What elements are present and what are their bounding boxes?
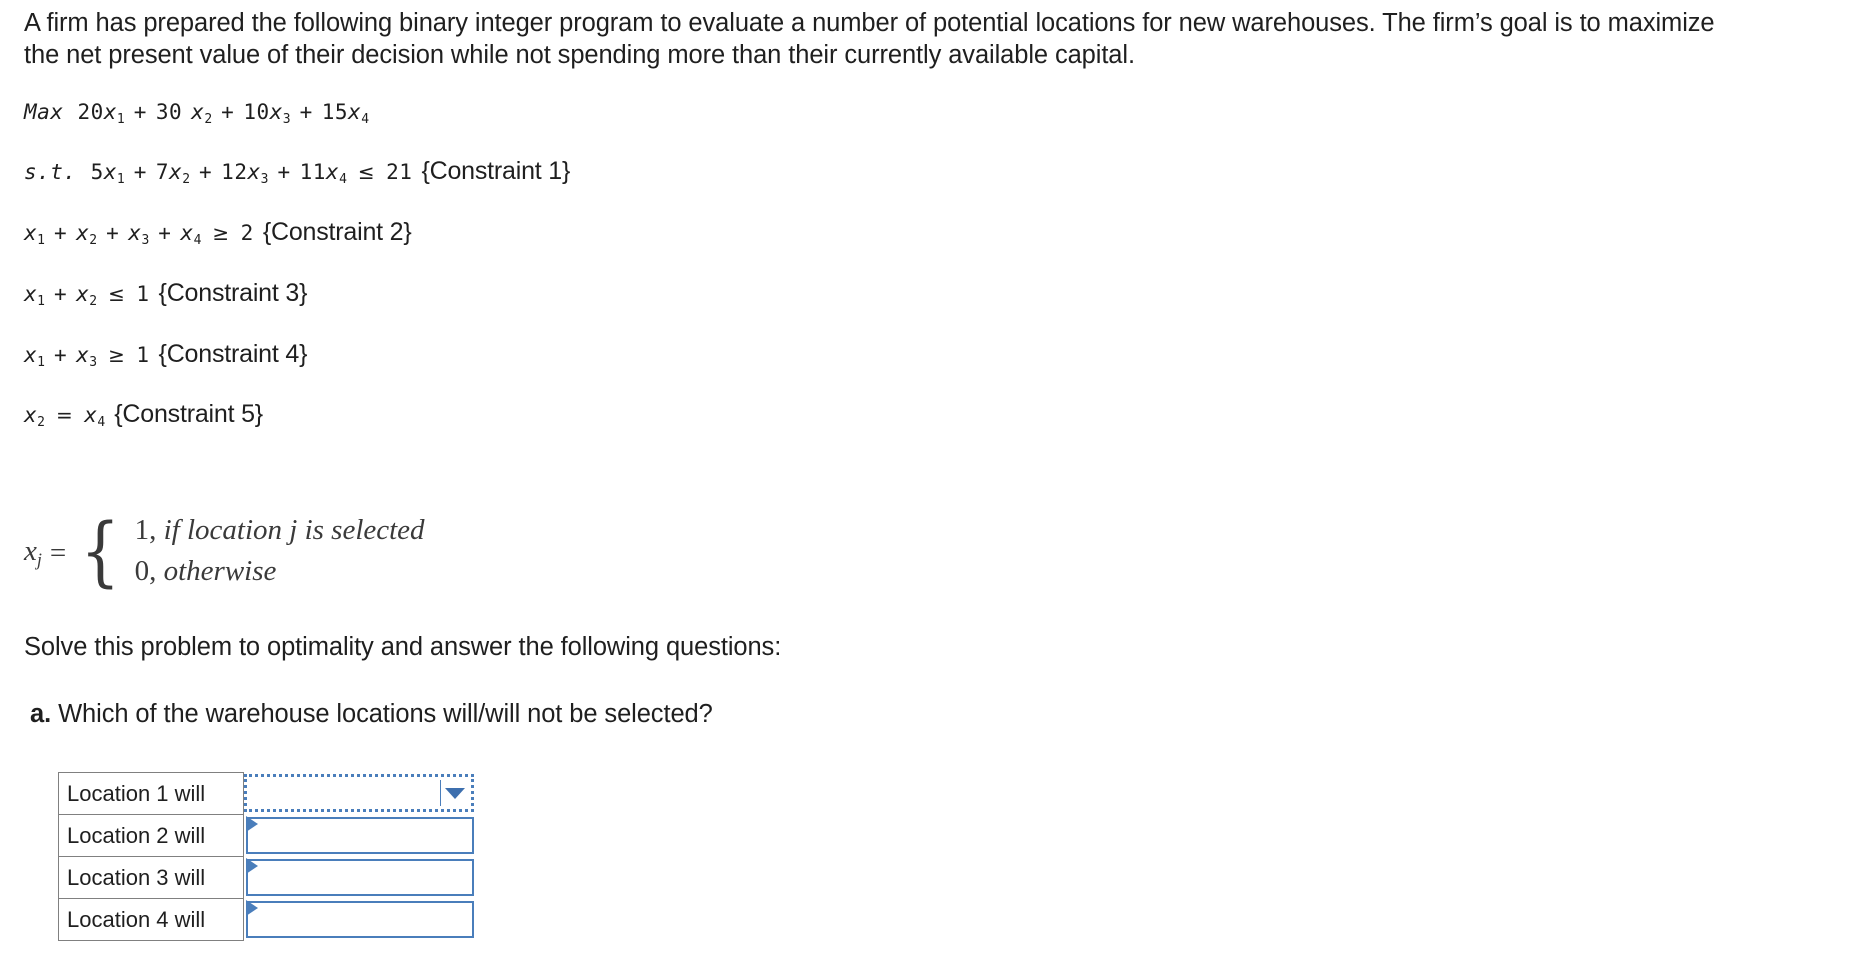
question-a-text: Which of the warehouse locations will/wi… <box>58 700 713 728</box>
location-1-label: Location 1 will <box>58 772 244 815</box>
question-a: a. Which of the warehouse locations will… <box>30 700 713 729</box>
constraint-1-line: s.t. 5x1 +7x2 +12x3 +11x4 ≤21 {Constraint 1} <box>24 157 571 188</box>
constraint-5-label: {Constraint 5} <box>114 400 263 428</box>
constraint-3-expression: x1 + x2 ≤1 <box>24 282 150 310</box>
table-row: Location 2 will <box>58 814 477 857</box>
subject-to-keyword: s.t. <box>24 160 77 184</box>
constraint-2-line: x1 + x2 + x3 + x4 ≥2 {Constraint 2} <box>24 218 412 249</box>
objective-function-line: Max 20x1 +30 x2 +10x3 +15x4 <box>24 100 370 128</box>
binary-definition-lhs: xj <box>24 535 42 570</box>
constraint-5-expression: x2 = x4 <box>24 403 106 431</box>
location-2-dropdown-cell <box>243 814 477 857</box>
binary-case-zero: 0, otherwise <box>135 551 425 592</box>
constraint-5-line: x2 = x4 {Constraint 5} <box>24 400 263 431</box>
dropdown-divider <box>440 779 441 806</box>
solve-instruction: Solve this problem to optimality and ans… <box>24 633 782 661</box>
selection-marker-icon <box>246 899 258 916</box>
binary-case-one-condition: if location j is selected <box>163 514 425 546</box>
location-3-dropdown[interactable] <box>246 858 474 896</box>
objective-terms: 20x1 +30 x2 +10x3 +15x4 <box>77 100 370 128</box>
constraint-3-line: x1 + x2 ≤1 {Constraint 3} <box>24 279 308 310</box>
location-2-dropdown[interactable] <box>246 816 474 854</box>
worksheet-page: A firm has prepared the following binary… <box>0 0 1852 980</box>
location-1-dropdown-cell <box>243 772 477 815</box>
location-3-dropdown-cell <box>243 856 477 899</box>
constraint-2-expression: x1 + x2 + x3 + x4 ≥2 <box>24 221 254 249</box>
question-a-letter: a. <box>30 700 52 728</box>
table-row: Location 3 will <box>58 856 477 899</box>
binary-variable-definition: xj = { 1, if location j is selected 0, o… <box>24 510 425 592</box>
constraint-3-label: {Constraint 3} <box>158 279 308 307</box>
constraint-1-expression: 5x1 +7x2 +12x3 +11x4 ≤21 <box>90 160 413 188</box>
binary-case-zero-condition: otherwise <box>163 555 277 587</box>
objective-keyword: Max <box>24 100 64 124</box>
location-4-dropdown[interactable] <box>246 900 474 938</box>
location-4-dropdown-cell <box>243 898 477 941</box>
binary-case-one-value: 1, <box>134 514 157 546</box>
binary-case-zero-value: 0, <box>134 555 157 587</box>
table-row: Location 1 will <box>58 772 477 815</box>
constraint-4-line: x1 + x3 ≥1 {Constraint 4} <box>24 340 308 371</box>
constraint-4-label: {Constraint 4} <box>158 340 308 368</box>
constraint-4-expression: x1 + x3 ≥1 <box>24 343 150 371</box>
chevron-down-icon[interactable] <box>445 787 465 799</box>
location-2-label: Location 2 will <box>58 814 244 857</box>
constraint-1-label: {Constraint 1} <box>421 157 571 185</box>
left-curly-brace-icon: { <box>80 505 121 595</box>
binary-case-one: 1, if location j is selected <box>135 510 425 551</box>
answer-table: Location 1 will Location 2 will Location… <box>58 772 477 941</box>
binary-definition-cases: 1, if location j is selected 0, otherwis… <box>127 510 425 592</box>
location-3-label: Location 3 will <box>58 856 244 899</box>
table-row: Location 4 will <box>58 898 477 941</box>
location-1-dropdown[interactable] <box>244 773 474 812</box>
constraint-2-label: {Constraint 2} <box>262 218 412 246</box>
selection-marker-icon <box>246 815 258 832</box>
selection-marker-icon <box>246 857 258 874</box>
problem-intro-paragraph: A firm has prepared the following binary… <box>24 9 1715 69</box>
binary-definition-equals: = <box>49 536 67 569</box>
location-4-label: Location 4 will <box>58 898 244 941</box>
